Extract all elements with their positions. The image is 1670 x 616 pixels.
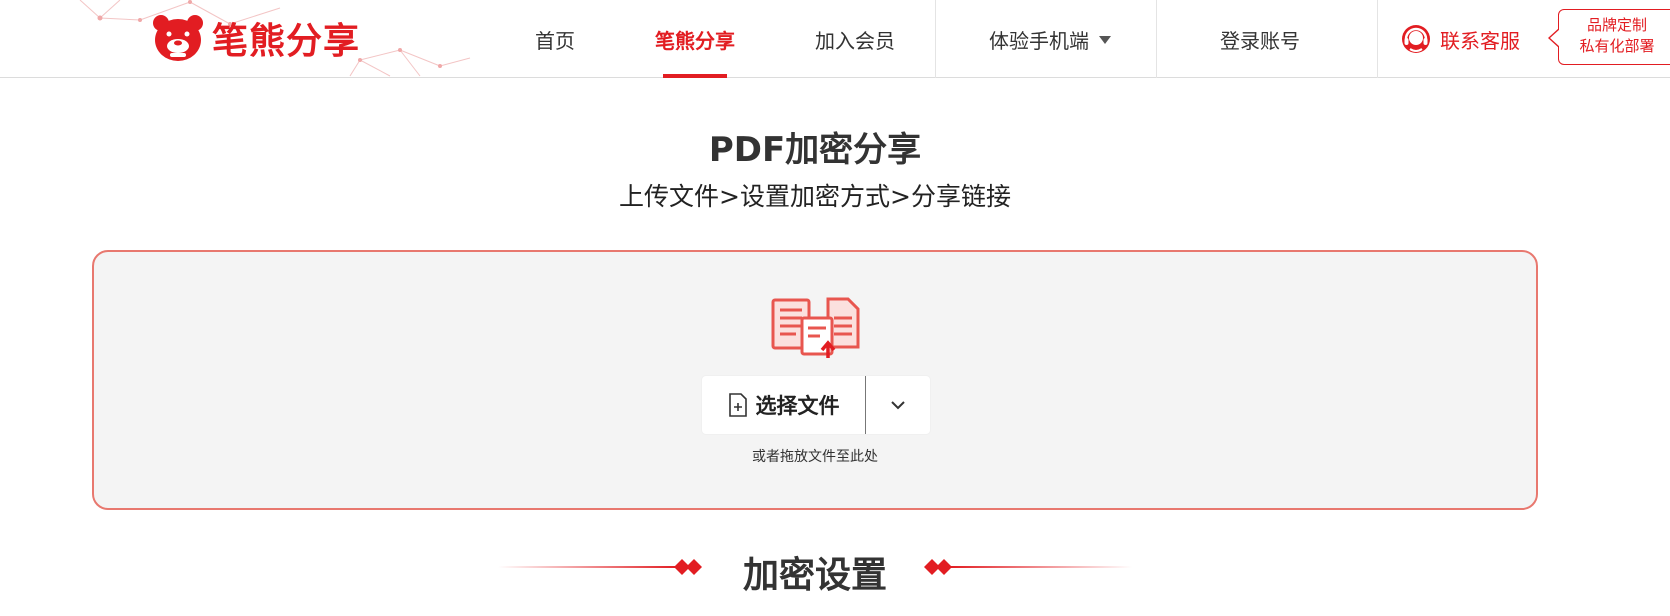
- file-add-icon: [728, 393, 747, 417]
- custom-line-1: 品牌定制: [1586, 16, 1647, 34]
- select-file-label: 选择文件: [755, 394, 840, 418]
- documents-upload-icon: [771, 297, 860, 358]
- brand-logo[interactable]: 笔熊分享: [152, 10, 360, 66]
- customer-service-link[interactable]: 联系客服: [1400, 0, 1520, 78]
- top-header: 笔熊分享 首页 笔熊分享 加入会员 体验手机端 登录账号 联系客服 品牌定制 私…: [0, 0, 1670, 78]
- caret-down-icon: [1099, 36, 1111, 44]
- heading-right-decoration: [924, 559, 1132, 575]
- nav-login[interactable]: 登录账号: [1190, 0, 1330, 78]
- nav-home[interactable]: 首页: [510, 0, 600, 78]
- brand-name: 笔熊分享: [212, 21, 361, 62]
- nav-divider: [1377, 0, 1378, 78]
- upload-dropzone[interactable]: 选择文件 或者拖放文件至此处: [92, 250, 1538, 510]
- nav-mobile[interactable]: 体验手机端: [960, 0, 1140, 78]
- custom-line-2: 私有化部署: [1579, 37, 1655, 55]
- select-file-button[interactable]: 选择文件: [702, 376, 865, 434]
- nav-mobile-label: 体验手机端: [989, 28, 1089, 53]
- process-steps: 上传文件>设置加密方式>分享链接: [619, 182, 1011, 211]
- page-title: PDF加密分享: [708, 130, 922, 170]
- nav-divider: [1156, 0, 1157, 78]
- brand-custom-deploy-button[interactable]: 品牌定制 私有化部署: [1548, 9, 1670, 65]
- nav-divider: [935, 0, 936, 78]
- encryption-settings-heading: 加密设置: [742, 555, 887, 596]
- headset-icon: [1402, 25, 1430, 53]
- chevron-down-icon: [891, 401, 905, 410]
- nav-join-member[interactable]: 加入会员: [800, 0, 910, 78]
- more-sources-dropdown[interactable]: [866, 376, 930, 434]
- select-file-group: 选择文件: [702, 376, 930, 434]
- nav-bixiong-share[interactable]: 笔熊分享: [640, 0, 750, 78]
- customer-service-label: 联系客服: [1440, 28, 1520, 53]
- bear-logo-icon: [153, 15, 203, 61]
- drop-hint: 或者拖放文件至此处: [752, 449, 878, 465]
- active-nav-underline: [663, 74, 727, 78]
